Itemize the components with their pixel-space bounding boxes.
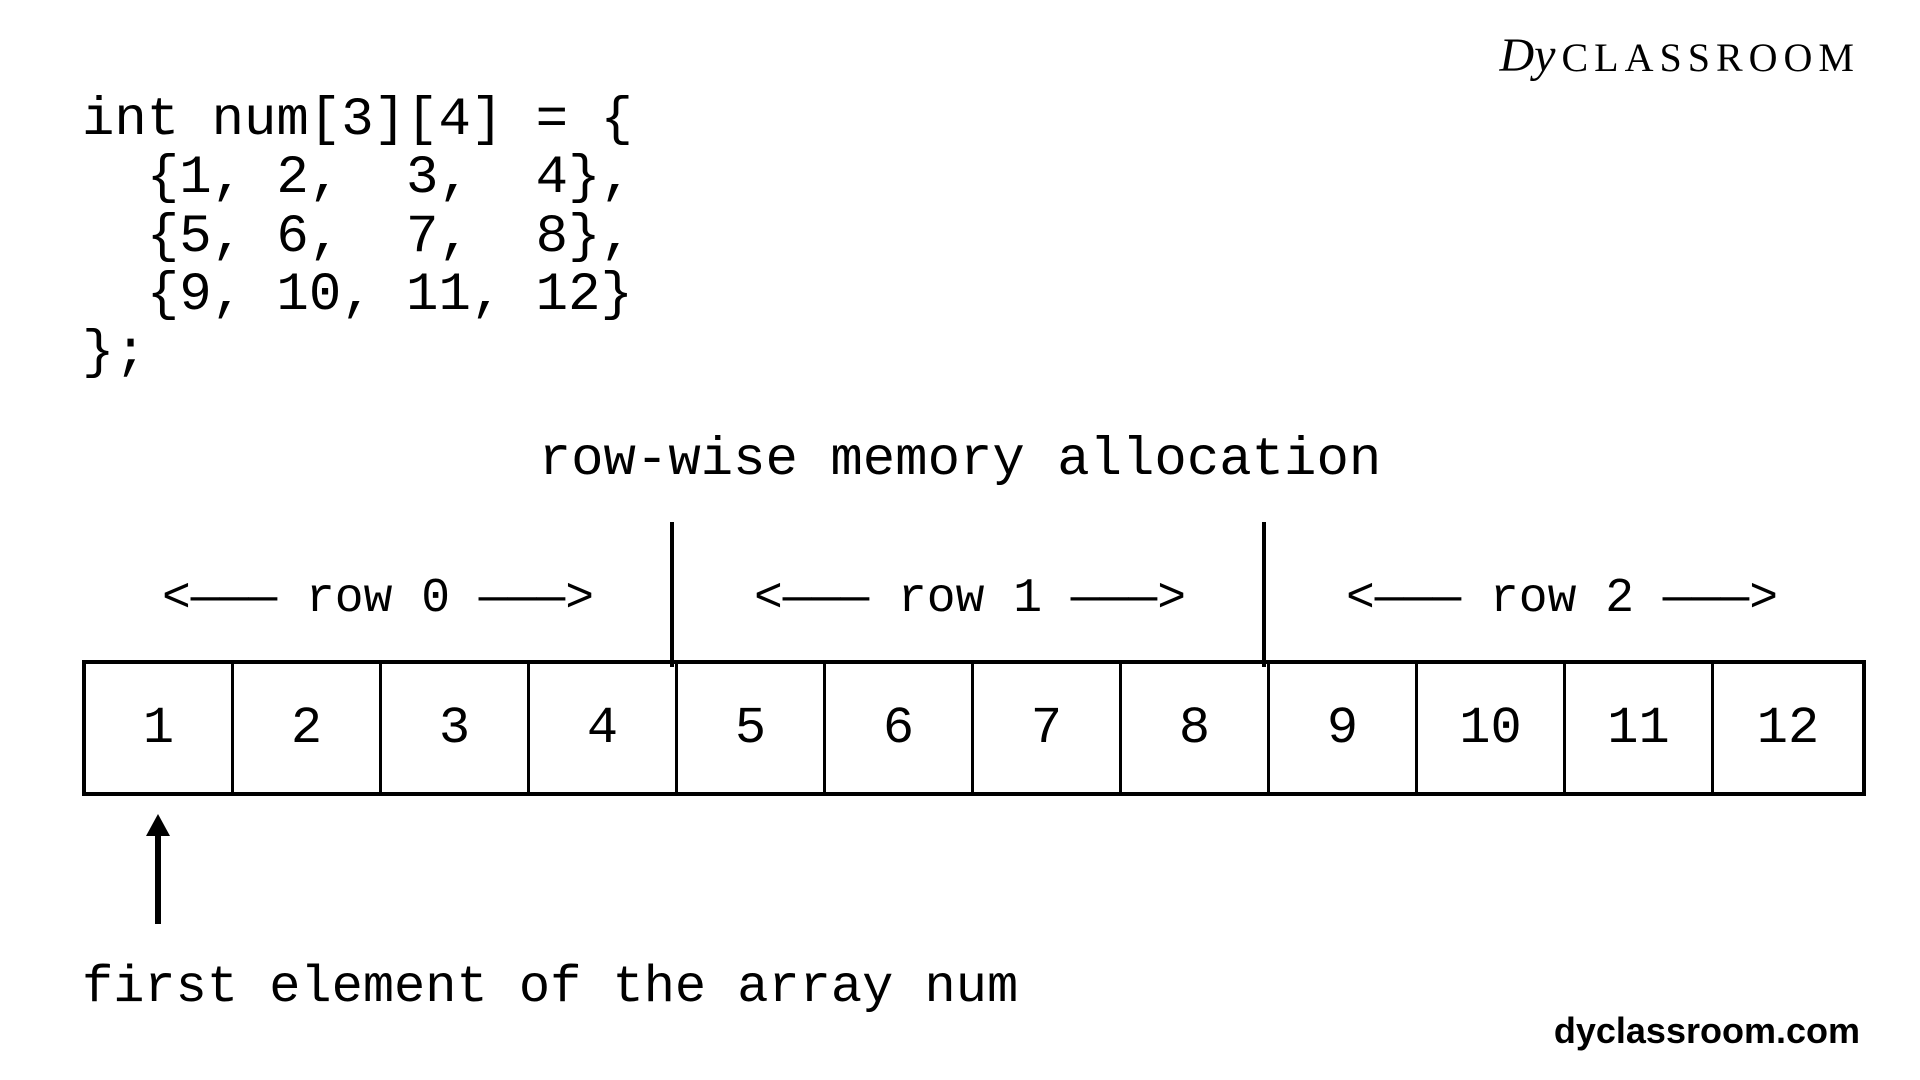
- row-labels: <——— row 0 ———> <——— row 1 ———> <——— row…: [82, 572, 1858, 626]
- cell-6: 7: [974, 664, 1122, 792]
- cell-11: 12: [1714, 664, 1862, 792]
- cell-1: 2: [234, 664, 382, 792]
- cell-9: 10: [1418, 664, 1566, 792]
- code-line-3: {5, 6, 7, 8},: [82, 207, 633, 268]
- cell-7: 8: [1122, 664, 1270, 792]
- brand-logo: Dy CLASSROOM: [1500, 28, 1860, 83]
- cell-0: 1: [86, 664, 234, 792]
- diagram-title: row-wise memory allocation: [0, 430, 1920, 491]
- code-line-4: {9, 10, 11, 12}: [82, 265, 633, 326]
- site-url: dyclassroom.com: [1554, 1010, 1860, 1052]
- cell-4: 5: [678, 664, 826, 792]
- cell-10: 11: [1566, 664, 1714, 792]
- cell-3: 4: [530, 664, 678, 792]
- memory-array: 1 2 3 4 5 6 7 8 9 10 11 12: [82, 660, 1866, 796]
- pointer-label: first element of the array num: [82, 958, 1018, 1017]
- pointer-arrow: [144, 814, 172, 924]
- cell-8: 9: [1270, 664, 1418, 792]
- code-block: int num[3][4] = { {1, 2, 3, 4}, {5, 6, 7…: [82, 92, 633, 384]
- diagram-container: Dy CLASSROOM int num[3][4] = { {1, 2, 3,…: [0, 0, 1920, 1080]
- up-arrow-icon: [144, 814, 172, 924]
- logo-text: CLASSROOM: [1561, 34, 1860, 81]
- code-line-5: };: [82, 323, 147, 384]
- row-label-0: <——— row 0 ———>: [82, 572, 674, 626]
- code-line-2: {1, 2, 3, 4},: [82, 148, 633, 209]
- row-label-2: <——— row 2 ———>: [1266, 572, 1858, 626]
- code-line-1: int num[3][4] = {: [82, 90, 633, 151]
- row-label-1: <——— row 1 ———>: [674, 572, 1266, 626]
- logo-prefix: Dy: [1500, 28, 1556, 83]
- cell-5: 6: [826, 664, 974, 792]
- cell-2: 3: [382, 664, 530, 792]
